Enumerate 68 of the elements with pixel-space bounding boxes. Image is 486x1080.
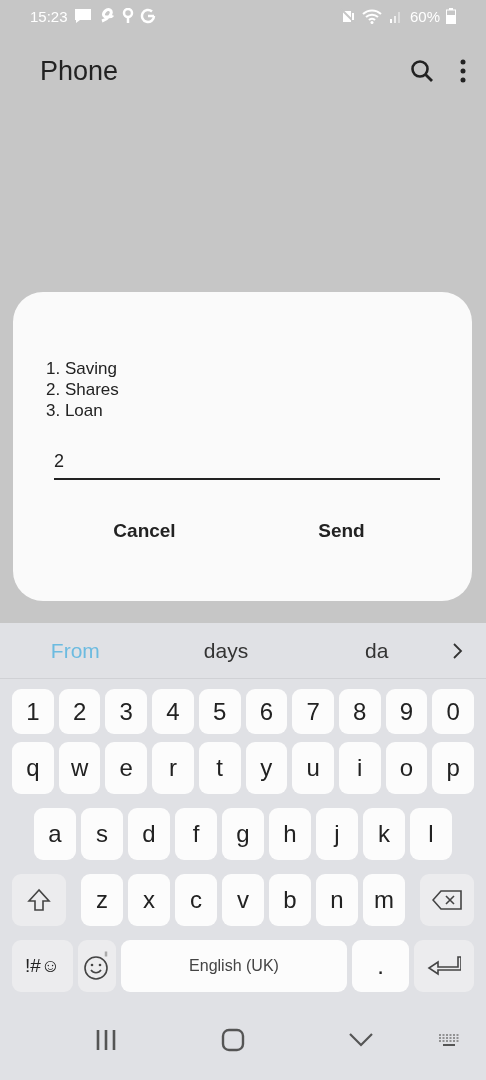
key[interactable]: t bbox=[198, 742, 241, 794]
keyboard-icon[interactable] bbox=[438, 1033, 460, 1047]
key[interactable]: p bbox=[432, 742, 475, 794]
google-g-icon bbox=[139, 8, 156, 24]
key[interactable]: r bbox=[152, 742, 194, 794]
search-icon[interactable] bbox=[410, 59, 434, 83]
status-time: 15:23 bbox=[30, 7, 68, 25]
battery-percent: 60% bbox=[409, 7, 440, 25]
chevron-right-icon[interactable] bbox=[452, 641, 464, 660]
key[interactable]: g bbox=[222, 808, 264, 860]
key[interactable]: y bbox=[245, 742, 288, 794]
key[interactable]: j bbox=[316, 808, 358, 860]
key[interactable]: k bbox=[363, 808, 405, 860]
space-key[interactable]: English (UK) bbox=[121, 940, 347, 992]
dialog-button[interactable]: Cancel bbox=[46, 514, 243, 548]
key[interactable]: 8 bbox=[338, 689, 381, 734]
key[interactable]: 7 bbox=[292, 689, 334, 734]
message-icon bbox=[73, 8, 92, 24]
reply-input-field[interactable]: 2 bbox=[54, 451, 440, 480]
key[interactable]: d bbox=[128, 808, 170, 860]
emoji-key[interactable] bbox=[78, 940, 116, 992]
key[interactable]: s bbox=[81, 808, 123, 860]
word-suggestion[interactable]: da bbox=[301, 638, 452, 663]
key[interactable]: l bbox=[410, 808, 452, 860]
key[interactable]: . bbox=[352, 940, 409, 992]
wifi-icon bbox=[361, 8, 382, 24]
key[interactable]: i bbox=[338, 742, 381, 794]
key[interactable]: 0 bbox=[432, 689, 475, 734]
key[interactable]: 5 bbox=[198, 689, 241, 734]
key[interactable]: 9 bbox=[385, 689, 428, 734]
smiley-icon bbox=[84, 951, 110, 981]
key[interactable]: u bbox=[292, 742, 334, 794]
key[interactable]: 4 bbox=[152, 689, 194, 734]
key[interactable]: a bbox=[34, 808, 76, 860]
enter-icon bbox=[427, 955, 461, 977]
key[interactable]: f bbox=[175, 808, 217, 860]
shift-icon bbox=[27, 888, 51, 912]
key[interactable]: n bbox=[316, 874, 358, 926]
ussd-menu-text: 1. Saving 2. Shares 3. Loan bbox=[46, 358, 120, 421]
shift-key[interactable] bbox=[12, 874, 66, 926]
key[interactable]: e bbox=[105, 742, 148, 794]
key[interactable]: c bbox=[175, 874, 217, 926]
chevron-down-icon[interactable] bbox=[349, 1033, 373, 1047]
backspace-key[interactable] bbox=[420, 874, 474, 926]
location-pin-icon bbox=[121, 8, 134, 24]
key[interactable]: 6 bbox=[245, 689, 288, 734]
enter-key[interactable] bbox=[414, 940, 474, 992]
key[interactable]: m bbox=[363, 874, 405, 926]
key[interactable]: v bbox=[222, 874, 264, 926]
key[interactable]: 3 bbox=[105, 689, 148, 734]
word-suggestion[interactable]: days bbox=[150, 638, 302, 663]
key[interactable]: x bbox=[128, 874, 170, 926]
key[interactable]: q bbox=[12, 742, 54, 794]
key[interactable]: z bbox=[81, 874, 123, 926]
recent-apps-icon[interactable] bbox=[95, 1029, 117, 1051]
symbols-key[interactable]: !#☺ bbox=[12, 940, 73, 992]
key[interactable]: 1 bbox=[12, 689, 54, 734]
battery-icon bbox=[446, 8, 456, 24]
home-icon[interactable] bbox=[221, 1028, 245, 1052]
key[interactable]: b bbox=[269, 874, 311, 926]
dialog-button[interactable]: Send bbox=[243, 514, 440, 548]
app-title: Phone bbox=[40, 55, 120, 87]
more-options-icon[interactable] bbox=[460, 59, 466, 83]
key[interactable]: o bbox=[385, 742, 428, 794]
key[interactable]: 2 bbox=[58, 689, 101, 734]
key[interactable]: w bbox=[58, 742, 101, 794]
backspace-icon bbox=[432, 890, 462, 910]
key[interactable]: h bbox=[269, 808, 311, 860]
